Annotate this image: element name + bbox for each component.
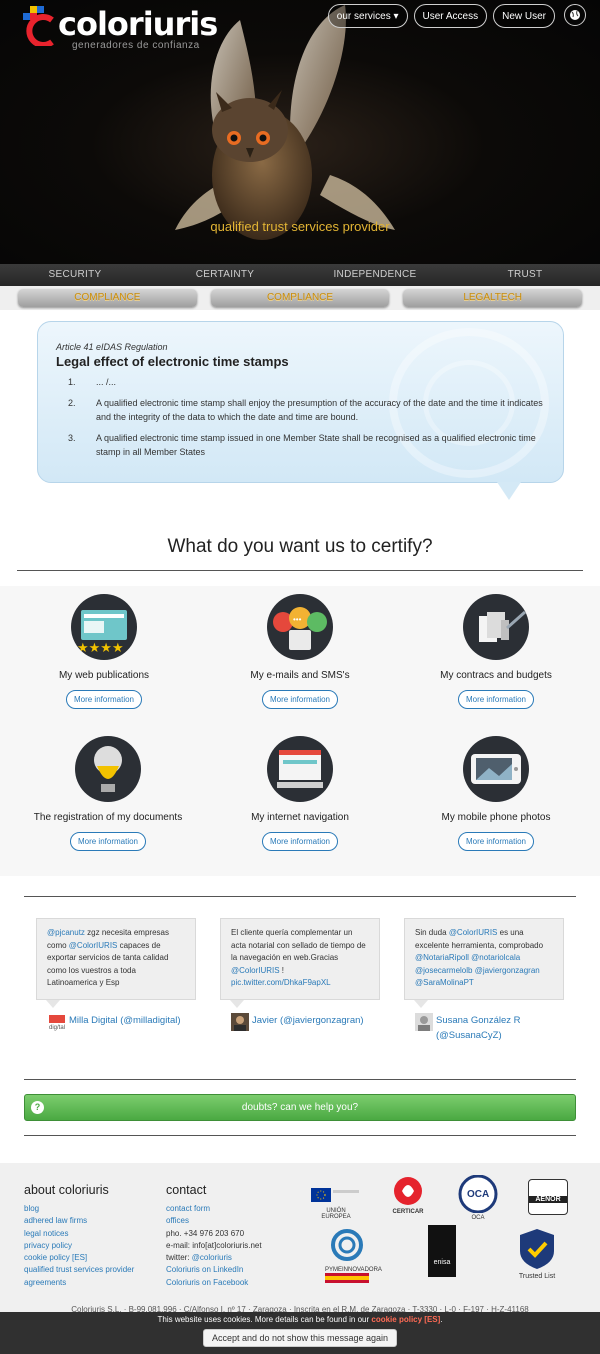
- values-strip: SECURITY CERTAINTY INDEPENDENCE TRUST: [0, 264, 600, 286]
- footer-link-law-firms[interactable]: adhered law firms: [24, 1215, 134, 1227]
- aenor-badge: AENOR: [528, 1179, 568, 1215]
- svg-text:OCA: OCA: [467, 1189, 489, 1200]
- question-icon: ?: [31, 1101, 44, 1114]
- tweet-mention[interactable]: @ColorIURIS: [69, 941, 118, 950]
- service-document-registration: The registration of my documents More in…: [10, 736, 206, 851]
- footer-link-cookies[interactable]: cookie policy [ES]: [24, 1252, 134, 1264]
- tweet-author-1[interactable]: dig/tal Milla Digital (@milladigital): [48, 1013, 181, 1031]
- offices-link[interactable]: offices: [166, 1215, 262, 1227]
- avatar: [231, 1013, 249, 1031]
- tweet-card-3: Sin duda @ColorIURIS es una excelente he…: [404, 918, 564, 1000]
- tweet-author-3[interactable]: Susana González R (@SusanaCyZ): [415, 1013, 565, 1043]
- value-certainty: CERTAINTY: [195, 269, 255, 280]
- service-emails-sms: ••• My e-mails and SMS's More informatio…: [202, 594, 398, 709]
- value-trust: TRUST: [507, 269, 543, 280]
- linkedin-link[interactable]: Coloriuris on LinkedIn: [166, 1264, 262, 1276]
- user-access-button[interactable]: User Access: [413, 4, 488, 28]
- new-user-button[interactable]: New User: [493, 4, 555, 28]
- footer-link-privacy[interactable]: privacy policy: [24, 1240, 134, 1252]
- contracts-icon: [463, 594, 529, 660]
- help-bar-button[interactable]: ? doubts? can we help you?: [24, 1094, 576, 1121]
- svg-text:★★★★: ★★★★: [77, 640, 124, 655]
- our-services-button[interactable]: our services ▾: [327, 4, 408, 28]
- tweet-card-1: @pjcanutz zgz necesita empresas como @Co…: [36, 918, 196, 1000]
- eu-flag-badge: UNIÓN EUROPEA: [311, 1188, 361, 1220]
- more-information-button[interactable]: More information: [261, 690, 339, 709]
- contact-form-link[interactable]: contact form: [166, 1203, 262, 1215]
- trusted-list-badge: Trusted List: [516, 1227, 558, 1280]
- cookie-policy-link[interactable]: cookie policy [ES]: [371, 1315, 440, 1324]
- globe-icon[interactable]: [564, 4, 586, 26]
- tweet-mention[interactable]: @ColorIURIS: [231, 966, 280, 975]
- hero-tagline: qualified trust services provider: [210, 219, 390, 234]
- divider: [24, 896, 576, 897]
- avatar: dig/tal: [48, 1013, 66, 1031]
- tweet-mentions[interactable]: @NotariaRipoll @notariolcala @josecarmel…: [415, 953, 540, 987]
- certicar-badge: CERTICAR: [388, 1175, 428, 1215]
- divider: [24, 1079, 576, 1080]
- divider: [24, 1135, 576, 1136]
- twitter-link[interactable]: @coloriuris: [192, 1253, 232, 1262]
- compliance-row: COMPLIANCE COMPLIANCE LEGALTECH: [0, 286, 600, 310]
- svg-text:dig/tal: dig/tal: [49, 1025, 65, 1031]
- avatar: [415, 1013, 433, 1031]
- list-item: 2. A qualified electronic time stamp shal…: [68, 397, 543, 423]
- service-contracts-budgets: My contracs and budgets More information: [398, 594, 594, 709]
- certify-heading: What do you want us to certify?: [167, 536, 433, 557]
- compliance-button-2[interactable]: COMPLIANCE: [210, 289, 390, 307]
- service-mobile-photos: My mobile phone photos More information: [398, 736, 594, 851]
- services-grid: ★★★★ My web publications More informatio…: [0, 586, 600, 876]
- hero-banner: coloriuris generadores de confianza our …: [0, 0, 600, 264]
- pyme-innovadora-badge: PYMEINNOVADORA: [325, 1225, 382, 1285]
- list-item: 1.... /...: [68, 377, 117, 387]
- logo-subtitle: generadores de confianza: [72, 40, 200, 51]
- quote-list: 1.... /... 2. A qualified electronic time…: [56, 375, 545, 460]
- top-nav: our services ▾ User Access New User: [327, 4, 586, 28]
- service-internet-navigation: My internet navigation More information: [202, 736, 398, 851]
- more-information-button[interactable]: More information: [457, 832, 535, 851]
- svg-text:•••: •••: [293, 615, 302, 624]
- more-information-button[interactable]: More information: [65, 690, 143, 709]
- emails-sms-icon: •••: [267, 594, 333, 660]
- tweet-link[interactable]: pic.twitter.com/DhkaF9apXL: [231, 978, 331, 987]
- footer-link-qtsp[interactable]: qualified trust services provider: [24, 1264, 134, 1276]
- oca-badge: OCA OCA: [457, 1174, 499, 1221]
- tweet-card-2: El cliente quería complementar un acta n…: [220, 918, 380, 1000]
- phone-text: pho. +34 976 203 670: [166, 1228, 245, 1238]
- web-publications-icon: ★★★★: [71, 594, 137, 660]
- logo-text: coloriuris: [58, 5, 218, 43]
- tweet-mention[interactable]: @ColorIURIS: [449, 928, 498, 937]
- tweet-mention[interactable]: @pjcanutz: [47, 928, 85, 937]
- eidas-quote-bubble: Article 41 eIDAS Regulation Legal effect…: [37, 321, 564, 483]
- footer-link-blog[interactable]: blog: [24, 1203, 134, 1215]
- mobile-photo-icon: [463, 736, 529, 802]
- logo-mark-icon: [22, 6, 56, 48]
- more-information-button[interactable]: More information: [69, 832, 147, 851]
- more-information-button[interactable]: More information: [457, 690, 535, 709]
- service-web-publications: ★★★★ My web publications More informatio…: [6, 594, 202, 709]
- footer-link-legal[interactable]: legal notices: [24, 1228, 134, 1240]
- tweet-author-2[interactable]: Javier (@javiergonzagran): [231, 1013, 364, 1031]
- internet-navigation-icon: [267, 736, 333, 802]
- lightbulb-brain-icon: [75, 736, 141, 802]
- footer-contact: contact contact form offices pho. +34 97…: [166, 1183, 262, 1289]
- footer-link-agreements[interactable]: agreements: [24, 1277, 134, 1289]
- email-text: e-mail: info[at]coloriuris.net: [166, 1240, 262, 1250]
- facebook-link[interactable]: Coloriuris on Facebook: [166, 1277, 262, 1289]
- divider: [17, 570, 583, 571]
- compliance-button-1[interactable]: COMPLIANCE: [18, 289, 197, 307]
- footer-about: about coloriuris blog adhered law firms …: [24, 1183, 134, 1289]
- cookie-bar: This website uses cookies. More details …: [0, 1312, 600, 1354]
- list-item: 3. A qualified electronic time stamp issu…: [68, 432, 536, 458]
- value-security: SECURITY: [48, 269, 102, 280]
- legaltech-button[interactable]: LEGALTECH: [403, 289, 583, 307]
- enisa-badge: enisa: [428, 1225, 456, 1277]
- more-information-button[interactable]: More information: [261, 832, 339, 851]
- footer: about coloriuris blog adhered law firms …: [0, 1163, 600, 1313]
- accept-cookies-button[interactable]: Accept and do not show this message agai…: [202, 1329, 398, 1347]
- value-independence: INDEPENDENCE: [333, 269, 417, 280]
